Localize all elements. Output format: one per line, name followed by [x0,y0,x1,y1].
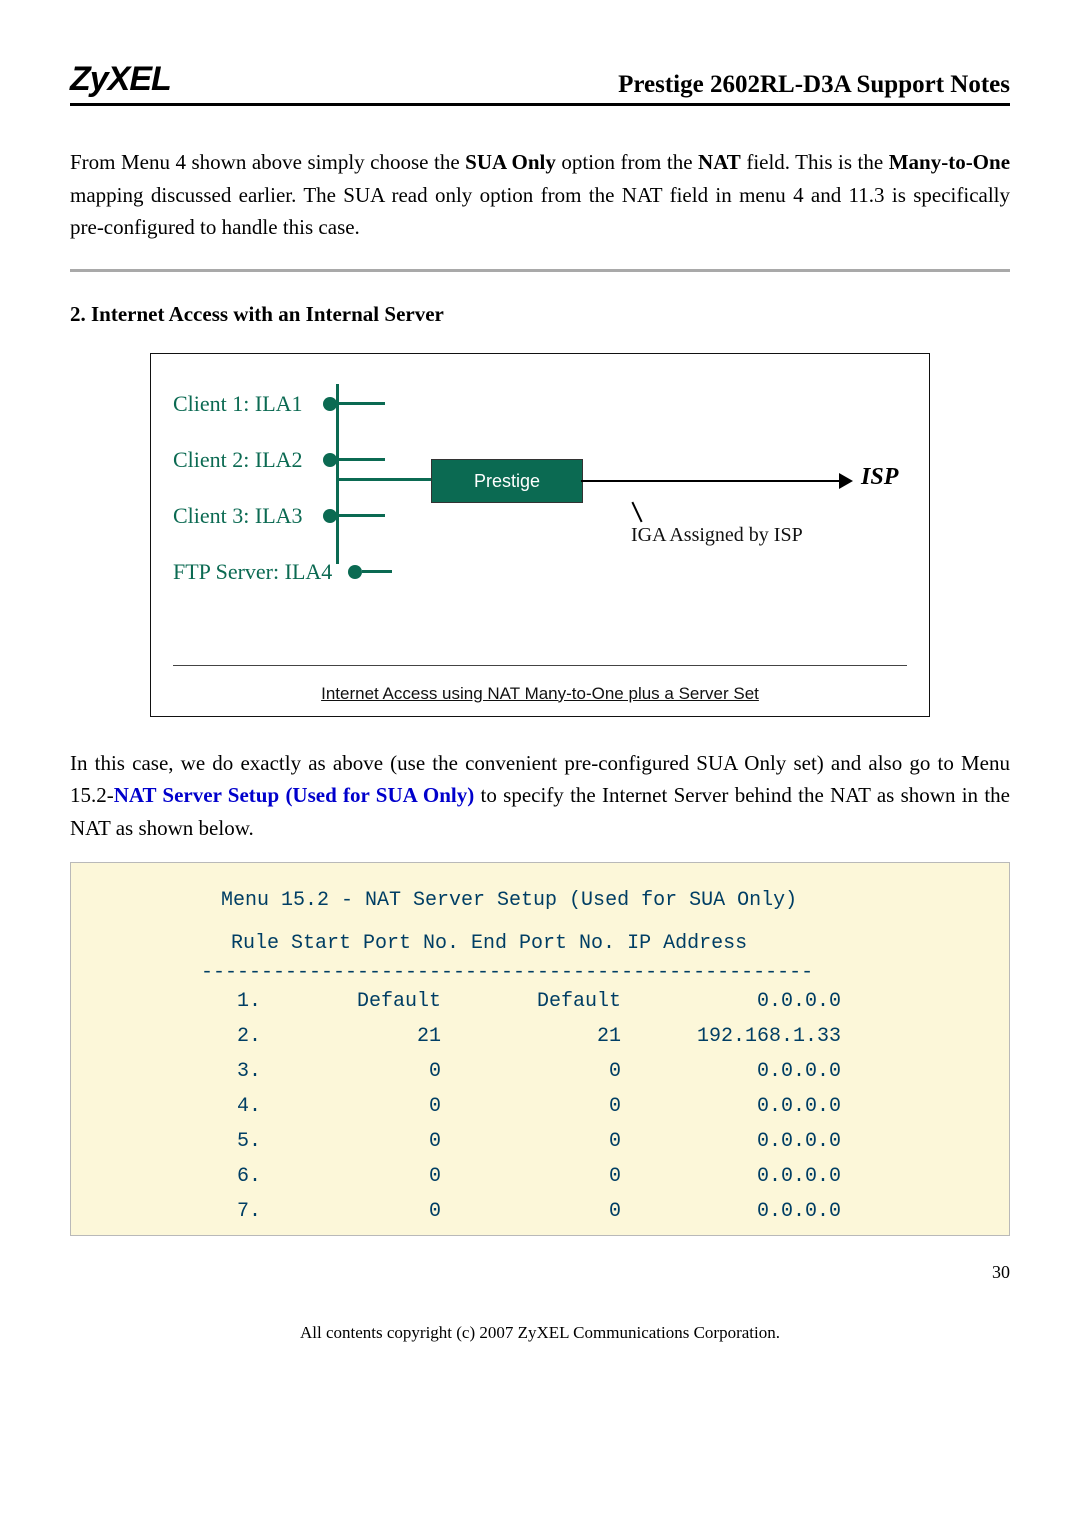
ip-address: 192.168.1.33 [651,1019,871,1054]
column-headers: Rule Start Port No. End Port No. IP Addr… [101,932,979,955]
section-heading: 2. Internet Access with an Internal Serv… [70,302,1010,327]
node-dot-icon [323,397,337,411]
end-port: Default [471,984,651,1019]
table-row: 7.000.0.0.0 [191,1194,871,1229]
rule-index: 1. [191,984,291,1019]
node-dot-icon [323,509,337,523]
ip-address: 0.0.0.0 [651,1089,871,1124]
client2-label: Client 2: ILA2 [173,447,323,473]
end-port: 0 [471,1194,651,1229]
bold-many-to-one: Many-to-One [889,150,1010,174]
page-header: ZyXEL Prestige 2602RL-D3A Support Notes [70,60,1010,106]
client-row: FTP Server: ILA4 [173,544,907,600]
logo: ZyXEL [70,60,171,99]
end-port: 0 [471,1089,651,1124]
end-port: 0 [471,1159,651,1194]
end-port: 0 [471,1124,651,1159]
bold-sua-only: SUA Only [465,150,556,174]
text: From Menu 4 shown above simply choose th… [70,150,465,174]
body-paragraph: In this case, we do exactly as above (us… [70,747,1010,845]
page-number: 30 [70,1262,1010,1283]
table-row: 2.2121192.168.1.33 [191,1019,871,1054]
doc-title: Prestige 2602RL-D3A Support Notes [618,71,1010,99]
start-port: 0 [291,1194,471,1229]
client3-label: Client 3: ILA3 [173,503,323,529]
stub-line [337,514,385,517]
arrow-line [581,480,841,482]
footer-copyright: All contents copyright (c) 2007 ZyXEL Co… [70,1323,1010,1343]
ip-address: 0.0.0.0 [651,1124,871,1159]
rule-index: 4. [191,1089,291,1124]
diagram-caption: Internet Access using NAT Many-to-One pl… [173,665,907,704]
ip-address: 0.0.0.0 [651,984,871,1019]
ip-address: 0.0.0.0 [651,1054,871,1089]
terminal-box: Menu 15.2 - NAT Server Setup (Used for S… [70,862,1010,1236]
stub-line [362,570,392,573]
end-port: 21 [471,1019,651,1054]
menu-title: Menu 15.2 - NAT Server Setup (Used for S… [101,889,979,912]
client-row: Client 1: ILA1 [173,376,907,432]
table-row: 4.000.0.0.0 [191,1089,871,1124]
start-port: 0 [291,1089,471,1124]
vertical-bus-line [336,384,339,564]
ip-address: 0.0.0.0 [651,1194,871,1229]
start-port: 0 [291,1159,471,1194]
text: mapping discussed earlier. The SUA read … [70,183,1010,240]
table-row: 3.000.0.0.0 [191,1054,871,1089]
rule-index: 5. [191,1124,291,1159]
prestige-box: Prestige [431,459,583,503]
client1-label: Client 1: ILA1 [173,391,323,417]
table-row: 1.DefaultDefault0.0.0.0 [191,984,871,1019]
bold-nat: NAT [698,150,741,174]
connector-line [337,478,432,481]
separator-dashes: ----------------------------------------… [101,961,979,984]
rule-index: 3. [191,1054,291,1089]
text: field. This is the [746,150,888,174]
rule-index: 7. [191,1194,291,1229]
start-port: 0 [291,1054,471,1089]
isp-label: ISP [861,464,898,491]
node-dot-icon [323,453,337,467]
network-diagram: Prestige ISP IGA Assigned by ISP Client … [150,353,930,717]
start-port: 0 [291,1124,471,1159]
stub-line [337,458,385,461]
start-port: 21 [291,1019,471,1054]
menu-link[interactable]: NAT Server Setup (Used for SUA Only) [114,783,475,807]
arrow-head-icon [839,473,853,489]
iga-label: IGA Assigned by ISP [631,524,803,547]
table-row: 5.000.0.0.0 [191,1124,871,1159]
node-dot-icon [348,565,362,579]
rule-index: 2. [191,1019,291,1054]
divider [70,269,1010,272]
intro-paragraph: From Menu 4 shown above simply choose th… [70,146,1010,244]
stub-line [337,402,385,405]
end-port: 0 [471,1054,651,1089]
nat-server-table: 1.DefaultDefault0.0.0.02.2121192.168.1.3… [191,984,871,1229]
rule-index: 6. [191,1159,291,1194]
text: option from the [561,150,698,174]
start-port: Default [291,984,471,1019]
ftp-server-label: FTP Server: ILA4 [173,559,348,585]
table-row: 6.000.0.0.0 [191,1159,871,1194]
ip-address: 0.0.0.0 [651,1159,871,1194]
